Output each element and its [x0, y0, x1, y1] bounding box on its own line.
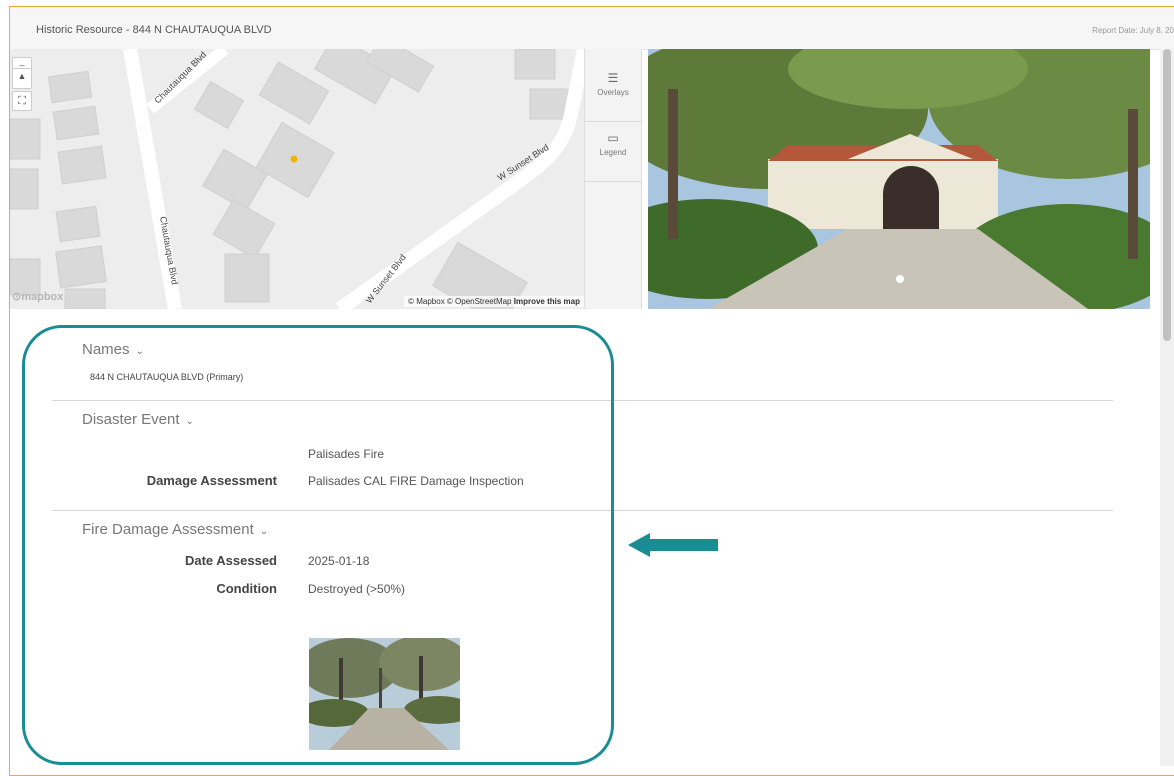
mapbox-logo[interactable]: ⊙mapbox: [12, 290, 63, 303]
street-label-chautauqua-1: Chautauqua Blvd: [152, 50, 208, 106]
legend-icon: ▭: [607, 131, 619, 145]
pointer-arrow: [628, 533, 718, 557]
compass-button[interactable]: ▲: [13, 69, 31, 83]
map-attribution: © Mapbox © OpenStreetMap Improve this ma…: [404, 296, 584, 307]
map-canvas[interactable]: Chautauqua Blvd Chautauqua Blvd W Sunset…: [10, 49, 584, 309]
property-photo[interactable]: [648, 49, 1150, 309]
zoom-out-button[interactable]: –: [13, 58, 31, 70]
overlays-label: Overlays: [597, 88, 629, 97]
legend-label: Legend: [599, 148, 627, 157]
carousel-dot[interactable]: [896, 275, 904, 283]
legend-button[interactable]: ▭ Legend: [585, 121, 641, 182]
page-header: Historic Resource - 844 N CHAUTAUQUA BLV…: [10, 7, 1174, 50]
map-tool-panel: ☰ Overlays ▭ Legend: [584, 49, 642, 309]
map-view[interactable]: Chautauqua Blvd Chautauqua Blvd W Sunset…: [10, 49, 584, 309]
page-scrollbar[interactable]: [1160, 49, 1174, 766]
list-icon: ☰: [607, 71, 619, 85]
zoom-control[interactable]: – ▲: [12, 57, 32, 89]
report-date: Report Date: July 8, 20: [1092, 26, 1174, 35]
scrollbar-thumb[interactable]: [1163, 49, 1171, 341]
highlight-outline: [22, 325, 614, 765]
attribution-text: © Mapbox © OpenStreetMap: [408, 297, 512, 306]
overlays-button[interactable]: ☰ Overlays: [585, 61, 641, 122]
page-title: Historic Resource - 844 N CHAUTAUQUA BLV…: [36, 24, 272, 36]
fullscreen-icon[interactable]: ⛶: [12, 91, 32, 111]
mapbox-logo-text: mapbox: [21, 291, 64, 303]
improve-map-link[interactable]: Improve this map: [514, 297, 580, 306]
